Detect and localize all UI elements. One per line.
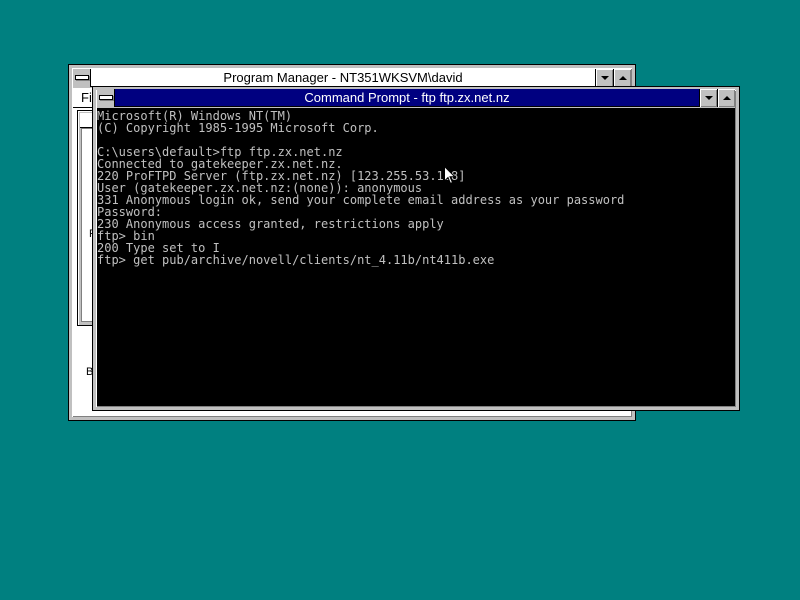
console-text: Microsoft(R) Windows NT(TM) (C) Copyrigh… xyxy=(97,108,735,266)
command-prompt-window[interactable]: Command Prompt - ftp ftp.zx.net.nz Micro… xyxy=(92,86,740,411)
minimize-icon xyxy=(600,75,609,80)
menu-file[interactable]: Fi xyxy=(73,90,92,105)
system-menu-button[interactable] xyxy=(97,88,115,107)
console-line: (C) Copyright 1985-1995 Microsoft Corp. xyxy=(97,121,379,135)
desktop: Program Manager - NT351WKSVM\david Fi F … xyxy=(0,0,800,600)
minimize-icon xyxy=(704,95,713,100)
console-line: ftp> get pub/archive/novell/clients/nt_4… xyxy=(97,253,495,267)
minimize-button[interactable] xyxy=(699,88,717,107)
mouse-pointer-icon xyxy=(444,166,456,185)
maximize-button[interactable] xyxy=(717,88,735,107)
maximize-icon xyxy=(722,95,731,100)
program-manager-titlebar[interactable]: Program Manager - NT351WKSVM\david xyxy=(73,68,631,87)
console-output[interactable]: Microsoft(R) Windows NT(TM) (C) Copyrigh… xyxy=(97,108,735,406)
window-title: Program Manager - NT351WKSVM\david xyxy=(223,70,463,85)
minimize-button[interactable] xyxy=(595,68,613,87)
system-menu-icon xyxy=(74,75,89,80)
window-title: Command Prompt - ftp ftp.zx.net.nz xyxy=(304,90,510,105)
console-line: 331 Anonymous login ok, send your comple… xyxy=(97,193,625,207)
maximize-icon xyxy=(618,75,627,80)
maximize-button[interactable] xyxy=(613,68,631,87)
command-prompt-titlebar[interactable]: Command Prompt - ftp ftp.zx.net.nz xyxy=(97,88,735,107)
system-menu-icon xyxy=(98,95,113,100)
system-menu-button[interactable] xyxy=(73,68,91,87)
